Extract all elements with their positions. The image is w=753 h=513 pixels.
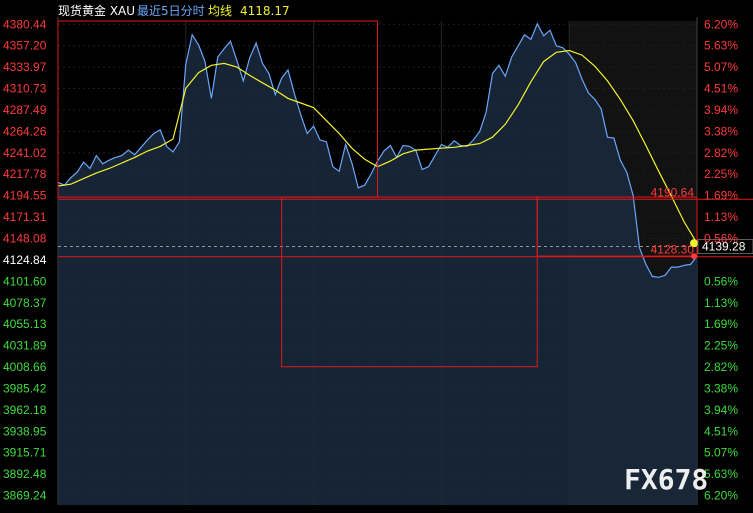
right-tick-label: 3.94% — [704, 403, 738, 417]
right-tick-label: 5.07% — [704, 446, 738, 460]
right-tick-label: 5.07% — [704, 60, 738, 74]
watermark: FX678 — [624, 463, 708, 496]
right-tick-label: 3.38% — [704, 381, 738, 395]
left-tick-label: 3938.95 — [3, 424, 47, 438]
left-tick-label: 4031.89 — [3, 339, 47, 353]
left-tick-label: 4008.66 — [3, 360, 47, 374]
left-tick-label: 4171.31 — [3, 210, 47, 224]
left-tick-label: 4380.44 — [3, 17, 47, 31]
left-tick-label: 4357.20 — [3, 39, 47, 53]
level-label: 4128.30 — [651, 243, 695, 257]
left-tick-label: 4310.73 — [3, 82, 47, 96]
right-tick-label: 2.82% — [704, 146, 738, 160]
right-tick-label: 5.63% — [704, 39, 738, 53]
left-tick-label: 3892.48 — [3, 467, 47, 481]
header-period: 最近5日分时 — [137, 4, 205, 18]
right-tick-label: 4.51% — [704, 424, 738, 438]
left-tick-label: 4194.55 — [3, 189, 47, 203]
level-label: 4190.64 — [651, 185, 695, 199]
price-end-marker — [691, 253, 697, 260]
right-tick-label: 6.20% — [704, 489, 738, 503]
left-tick-label: 3962.18 — [3, 403, 47, 417]
header-ma-value: 4118.17 — [240, 4, 290, 18]
left-tick-label: 4333.97 — [3, 60, 47, 74]
left-tick-label: 4148.08 — [3, 231, 47, 245]
right-tick-label: 0.56% — [704, 274, 738, 288]
left-tick-label: 4124.84 — [3, 253, 47, 267]
header-ma-label: 均线 — [208, 4, 232, 18]
right-tick-label: 3.94% — [704, 103, 738, 117]
right-tick-label: 4.51% — [704, 82, 738, 96]
left-tick-label: 4101.60 — [3, 274, 47, 288]
right-tick-label: 5.63% — [704, 467, 738, 481]
left-tick-label: 4217.78 — [3, 167, 47, 181]
chart: 4190.64 4128.30 4380.44 4357.20 4333.97 4310… — [0, 0, 753, 513]
right-tick-label: 1.69% — [704, 189, 738, 203]
average-end-marker — [690, 239, 698, 248]
right-tick-label: 1.13% — [704, 210, 738, 224]
left-tick-label: 4241.02 — [3, 146, 47, 160]
left-tick-label: 4055.13 — [3, 317, 47, 331]
left-axis: 4380.44 4357.20 4333.97 4310.73 4287.49 4264.… — [3, 17, 47, 502]
header-symbol: 现货黄金 XAU — [58, 3, 135, 18]
right-tick-label: 1.13% — [704, 296, 738, 310]
right-tick-label: 2.82% — [704, 360, 738, 374]
left-tick-label: 4078.37 — [3, 296, 47, 310]
right-tick-label: 1.69% — [704, 317, 738, 331]
left-tick-label: 4287.49 — [3, 103, 47, 117]
right-tick-label: 6.20% — [704, 17, 738, 31]
chart-header: 现货黄金 XAU 最近5日分时 均线 4118.17 — [58, 3, 290, 18]
left-tick-label: 3915.71 — [3, 446, 47, 460]
right-tick-label: 3.38% — [704, 124, 738, 138]
left-tick-label: 3985.42 — [3, 381, 47, 395]
right-tick-label: 2.25% — [704, 339, 738, 353]
right-tick-label: 0.56% — [704, 231, 738, 245]
left-tick-label: 3869.24 — [3, 489, 47, 503]
right-tick-label: 2.25% — [704, 167, 738, 181]
left-tick-label: 4264.26 — [3, 124, 47, 138]
